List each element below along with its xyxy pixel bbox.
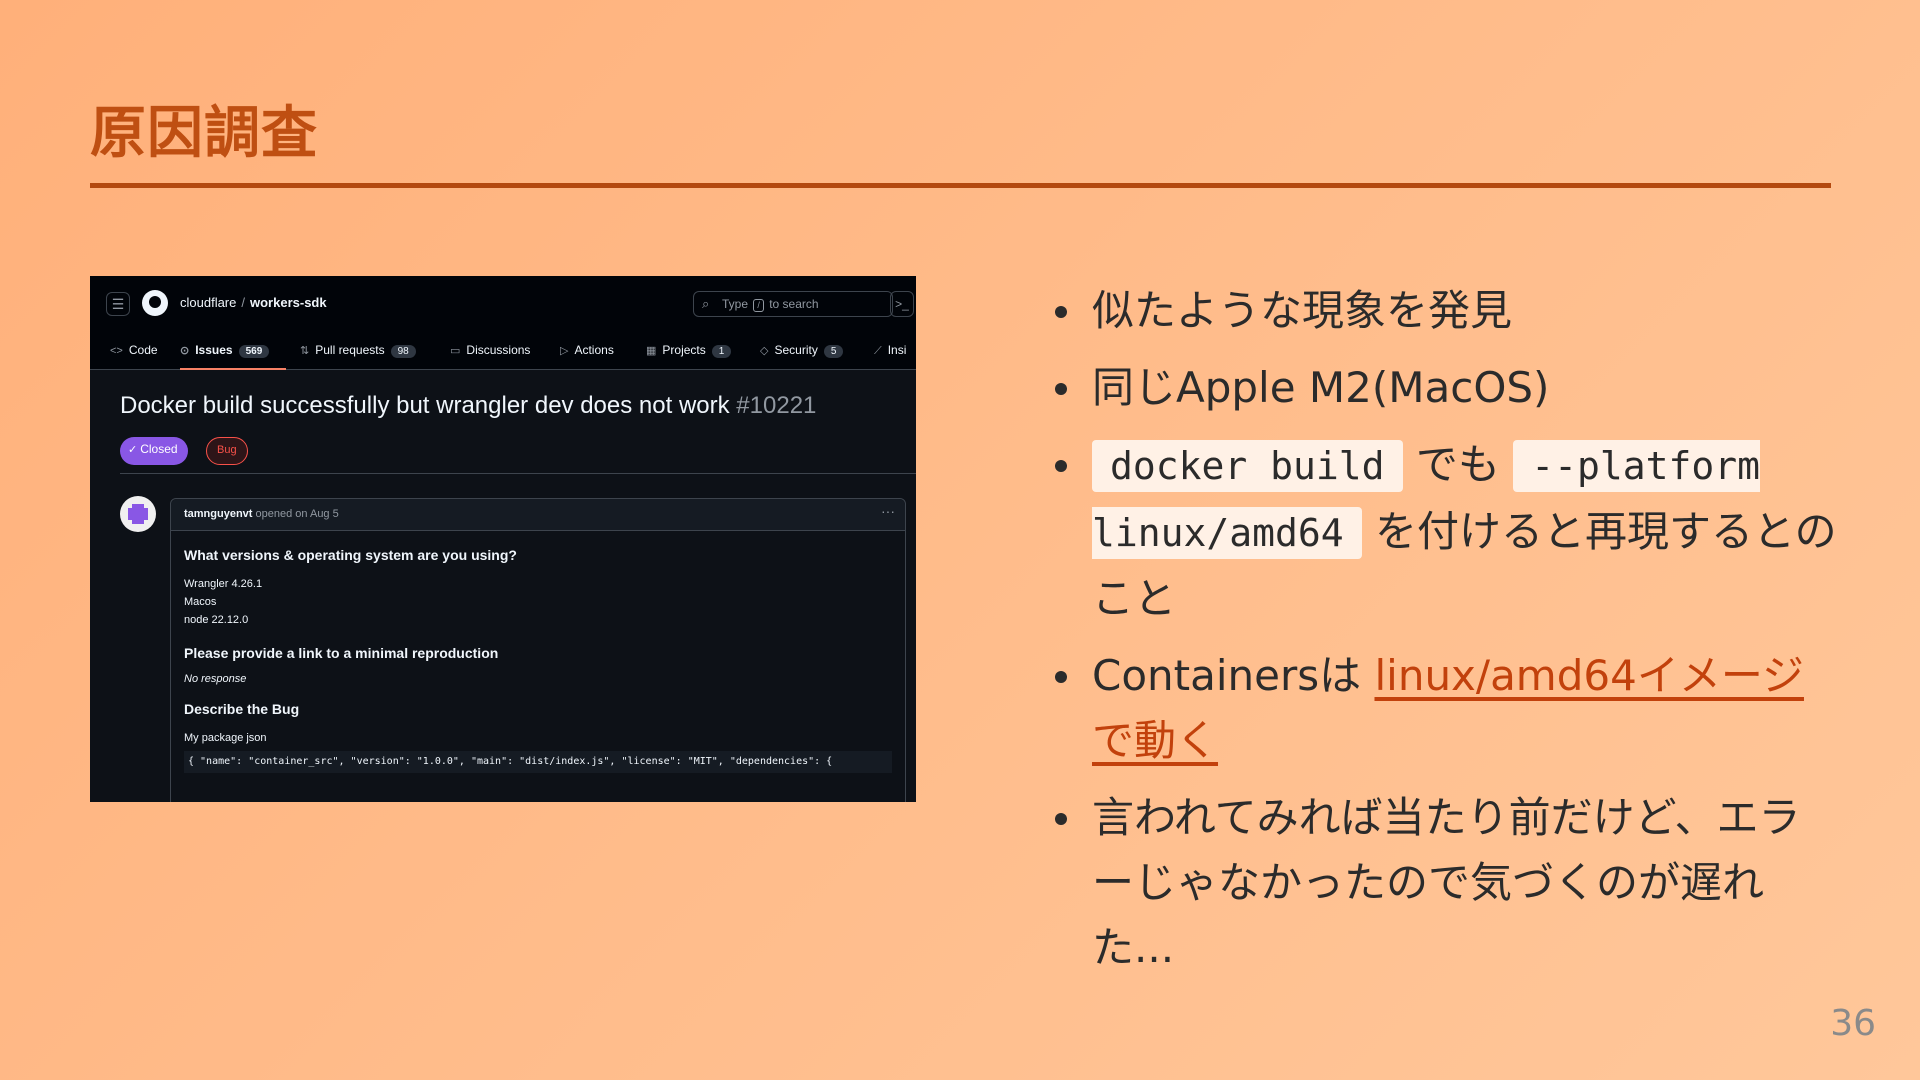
title-rule	[90, 183, 1831, 188]
check-circle-icon: ✓	[128, 444, 138, 456]
tab-issues[interactable]: ⊙ Issues 569	[180, 343, 270, 358]
github-logo-icon[interactable]	[142, 290, 168, 316]
code-icon: <>	[110, 345, 123, 357]
issue-title-text: Docker build successfully but wrangler d…	[120, 392, 730, 419]
bullet-text: 言われてみれば当たり前だけど、エラーじゃなかったので気づくのが遅れた...	[1092, 793, 1801, 972]
comment-line: Wrangler 4.26.1	[184, 578, 263, 590]
page-number: 36	[1830, 1003, 1876, 1044]
comment-line: node 22.12.0	[184, 614, 249, 626]
tab-label: Code	[128, 343, 158, 357]
discussion-icon: ▭	[450, 345, 461, 357]
projects-icon: ▦	[646, 345, 657, 357]
tab-label: Pull requests	[315, 343, 385, 357]
tab-discussions[interactable]: ▭ Discussions	[450, 343, 530, 357]
comment-code: { "name": "container_src", "version": "1…	[184, 751, 892, 773]
repo-name-link[interactable]: workers-sdk	[250, 295, 327, 310]
tab-label: Discussions	[466, 343, 531, 357]
status-badge: ✓ Closed	[120, 437, 188, 465]
tab-projects[interactable]: ▦ Projects 1	[646, 343, 732, 358]
tab-count: 5	[823, 345, 844, 358]
inline-code: docker build	[1092, 440, 1403, 492]
repo-tabs: <> Code ⊙ Issues 569 ⇅ Pull requests 98 ▭ Disc…	[90, 332, 916, 370]
bullet-item: Containersは linux/amd64イメージで動く	[1050, 643, 1840, 773]
tab-security[interactable]: ◇ Security 5	[760, 343, 844, 358]
issue-icon: ⊙	[180, 345, 190, 357]
bullet-item: 言われてみれば当たり前だけど、エラーじゃなかったので気づくのが遅れた...	[1050, 785, 1840, 980]
comment-line: My package json	[184, 732, 267, 744]
comment-header: tamnguyenvt opened on Aug 5 ···	[171, 499, 905, 531]
tab-actions[interactable]: ▷ Actions	[560, 343, 614, 357]
tab-pull-requests[interactable]: ⇅ Pull requests 98	[300, 343, 416, 358]
comment-heading: What versions & operating system are you…	[184, 547, 517, 563]
status-badge-label: Closed	[140, 442, 178, 456]
issue-number: #10221	[736, 392, 817, 419]
tab-label: Actions	[574, 343, 614, 357]
kebab-icon[interactable]: ···	[881, 503, 895, 519]
repo-owner-link[interactable]: cloudflare	[180, 295, 236, 310]
comment-heading: Describe the Bug	[184, 701, 300, 717]
tab-insights[interactable]: ⟋ Insi	[874, 343, 906, 358]
bullet-list: 似たような現象を発見 同じApple M2(MacOS) docker buil…	[1050, 278, 1840, 992]
tab-count: 1	[711, 345, 732, 358]
github-issue-screenshot: ☰ cloudflare / workers-sdk ⌕ Type / to sea…	[90, 276, 916, 802]
bug-label[interactable]: Bug	[206, 437, 248, 465]
repo-breadcrumb: cloudflare / workers-sdk	[180, 295, 327, 310]
comment-body: What versions & operating system are you…	[171, 547, 905, 773]
comment-line: Macos	[184, 596, 217, 608]
issue-title: Docker build successfully but wrangler d…	[120, 392, 816, 420]
hamburger-menu-icon[interactable]: ☰	[106, 292, 130, 316]
bullet-text: Containersは	[1092, 651, 1375, 700]
command-palette-icon[interactable]: >_	[890, 291, 914, 317]
avatar[interactable]	[120, 496, 156, 532]
tab-code[interactable]: <> Code	[110, 343, 158, 357]
comment-heading: Please provide a link to a minimal repro…	[184, 645, 499, 661]
github-top-bar: ☰ cloudflare / workers-sdk ⌕ Type / to sea…	[90, 276, 916, 332]
pull-request-icon: ⇅	[300, 345, 310, 357]
tab-count: 98	[390, 345, 416, 358]
header-divider	[120, 473, 916, 474]
bullet-text: でも	[1402, 440, 1514, 489]
bullet-text: 同じApple M2(MacOS)	[1092, 363, 1550, 412]
graph-icon: ⟋	[874, 345, 882, 357]
slide-title: 原因調査	[90, 101, 318, 166]
active-tab-underline	[180, 368, 286, 370]
actions-icon: ▷	[560, 345, 569, 357]
bullet-text: 似たような現象を発見	[1092, 286, 1513, 335]
shield-icon: ◇	[760, 345, 769, 357]
comment-meta: opened on Aug 5	[255, 508, 339, 520]
tab-label: Insi	[887, 343, 907, 357]
bullet-item: 似たような現象を発見	[1050, 278, 1840, 343]
search-icon: ⌕	[702, 296, 710, 311]
comment-no-response: No response	[184, 673, 247, 685]
search-placeholder-before: Type	[722, 297, 749, 311]
breadcrumb-separator: /	[241, 295, 245, 310]
search-placeholder-after: to search	[769, 297, 819, 311]
tab-label: Projects	[662, 343, 706, 357]
tab-label: Issues	[195, 343, 233, 357]
search-shortcut-key: /	[753, 299, 764, 312]
search-input[interactable]: ⌕ Type / to search	[693, 291, 893, 317]
tab-label: Security	[774, 343, 818, 357]
tab-count: 569	[238, 345, 270, 358]
comment-box: tamnguyenvt opened on Aug 5 ··· What ver…	[170, 498, 906, 802]
bullet-item: docker build でも --platform linux/amd64 を…	[1050, 432, 1840, 631]
comment-author[interactable]: tamnguyenvt	[184, 508, 252, 520]
bullet-item: 同じApple M2(MacOS)	[1050, 355, 1840, 420]
